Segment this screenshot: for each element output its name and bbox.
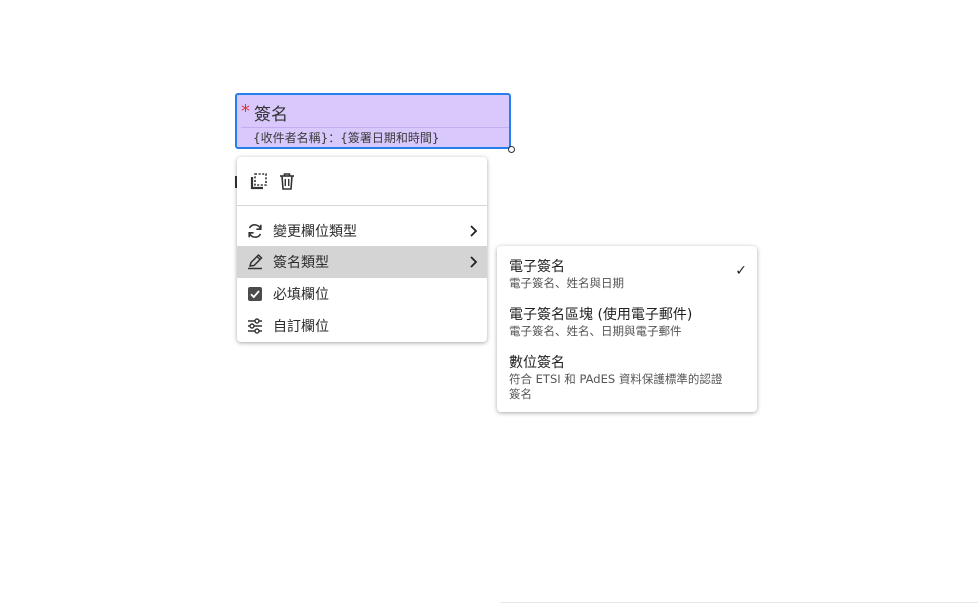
chevron-right-icon	[467, 254, 479, 270]
delete-button[interactable]	[275, 169, 299, 193]
menu-item-label: 必填欄位	[273, 287, 329, 303]
menu-item-label: 變更欄位類型	[273, 224, 357, 240]
submenu-item-desc: 電子簽名、姓名與日期	[509, 276, 624, 290]
field-context-menu: 變更欄位類型 簽名類型 必填欄位 自訂欄位	[237, 157, 487, 342]
submenu-item-e-signature[interactable]: 電子簽名 電子簽名、姓名與日期 ✓	[497, 258, 757, 291]
signature-field-subtitle: {收件者名稱}：{簽署日期和時間}	[253, 131, 440, 145]
submenu-item-desc: 電子簽名、姓名、日期與電子郵件	[509, 324, 682, 338]
menu-item-change-field-type[interactable]: 變更欄位類型	[237, 215, 487, 247]
document-canvas: * 簽名 {收件者名稱}：{簽署日期和時間} 變更欄位類型 簽名類型 必填欄位 …	[0, 0, 978, 611]
required-marker: *	[241, 101, 250, 122]
signature-field[interactable]: * 簽名 {收件者名稱}：{簽署日期和時間}	[235, 93, 511, 149]
submenu-item-title: 電子簽名區塊 (使用電子郵件)	[509, 307, 693, 323]
menu-item-label: 自訂欄位	[273, 319, 329, 335]
submenu-item-e-signature-block[interactable]: 電子簽名區塊 (使用電子郵件) 電子簽名、姓名、日期與電子郵件	[497, 306, 757, 339]
chevron-right-icon	[467, 223, 479, 239]
menu-item-signature-type[interactable]: 簽名類型	[237, 246, 487, 278]
submenu-item-title: 電子簽名	[509, 259, 565, 275]
menu-item-label: 簽名類型	[273, 255, 329, 271]
checkbox-checked-icon[interactable]	[245, 284, 265, 304]
signature-field-header: * 簽名	[241, 97, 509, 128]
sliders-icon	[245, 316, 265, 336]
refresh-icon	[245, 221, 265, 241]
signature-type-submenu: 電子簽名 電子簽名、姓名與日期 ✓ 電子簽名區塊 (使用電子郵件) 電子簽名、姓…	[497, 246, 757, 412]
resize-handle[interactable]	[508, 146, 515, 153]
submenu-item-desc: 符合 ETSI 和 PAdES 資料保護標準的認證簽名	[509, 372, 723, 401]
duplicate-button[interactable]	[247, 169, 271, 193]
duplicate-icon	[250, 173, 267, 190]
context-toolbar	[237, 157, 487, 206]
submenu-item-title: 數位簽名	[509, 355, 565, 371]
signature-field-label: 簽名	[254, 104, 288, 125]
trash-icon	[280, 173, 294, 190]
menu-item-customize-field[interactable]: 自訂欄位	[237, 310, 487, 342]
menu-item-required-field[interactable]: 必填欄位	[237, 278, 487, 310]
submenu-item-digital-signature[interactable]: 數位簽名 符合 ETSI 和 PAdES 資料保護標準的認證簽名	[497, 354, 757, 402]
checkmark-icon: ✓	[735, 263, 747, 279]
divider	[500, 602, 978, 603]
pen-sign-icon	[245, 252, 265, 272]
